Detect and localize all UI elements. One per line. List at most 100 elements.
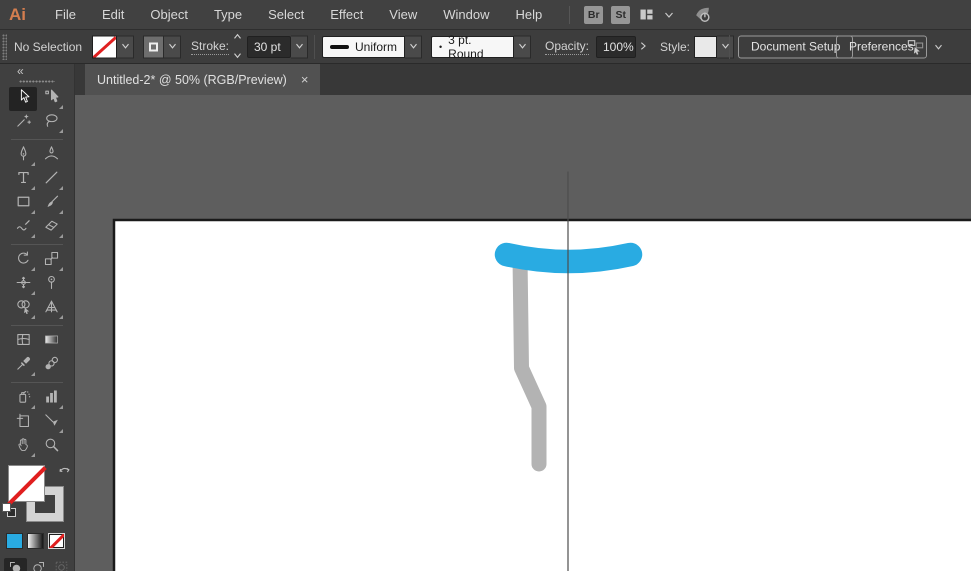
brush-definition-chevron[interactable]	[514, 35, 531, 58]
default-fill	[2, 503, 11, 512]
document-tab[interactable]: Untitled-2* @ 50% (RGB/Preview) ×	[85, 64, 320, 95]
illustrator-logo: Ai	[9, 5, 26, 25]
gradient-tool[interactable]	[37, 330, 65, 354]
artwork-canvas[interactable]	[75, 95, 971, 571]
symbol-sprayer-tool[interactable]	[9, 387, 37, 411]
gradient-tool-icon	[43, 331, 60, 353]
magic-wand-tool-icon	[15, 112, 32, 134]
opacity-field[interactable]: 100%	[596, 36, 636, 58]
selection-tool[interactable]	[9, 87, 37, 111]
blend-tool[interactable]	[37, 354, 65, 378]
pen-tool-icon	[15, 145, 32, 167]
width-tool[interactable]	[9, 273, 37, 297]
magic-wand-tool[interactable]	[9, 111, 37, 135]
rotate-tool-icon	[15, 250, 32, 272]
opacity-label[interactable]: Opacity:	[545, 39, 589, 55]
stroke-chevron-button[interactable]	[164, 35, 181, 58]
mesh-tool[interactable]	[9, 330, 37, 354]
stroke-weight-chevron[interactable]	[291, 35, 308, 58]
direct-selection-tool[interactable]	[37, 87, 65, 111]
workspace-switcher-icon[interactable]	[638, 6, 655, 23]
collapse-panel-button[interactable]: «	[17, 64, 23, 78]
column-graph-tool[interactable]	[37, 387, 65, 411]
panel-grip[interactable]	[19, 80, 55, 83]
stepper-up-icon[interactable]	[233, 28, 242, 46]
rectangle-tool-icon	[15, 193, 32, 215]
stroke-color-swatch[interactable]	[143, 35, 164, 58]
lasso-tool-icon	[43, 112, 60, 134]
gpu-performance-icon[interactable]	[693, 5, 712, 24]
type-tool[interactable]	[9, 168, 37, 192]
eyedropper-tool-icon	[15, 355, 32, 377]
type-tool-icon	[15, 169, 32, 191]
menu-item-edit[interactable]: Edit	[89, 0, 137, 29]
color-button[interactable]	[6, 533, 23, 549]
stepper-down-icon[interactable]	[233, 47, 242, 65]
artboard-tool[interactable]	[9, 411, 37, 435]
paintbrush-tool[interactable]	[37, 192, 65, 216]
menu-separator	[569, 6, 570, 24]
color-mode-buttons	[6, 533, 74, 549]
rectangle-tool[interactable]	[9, 192, 37, 216]
gradient-button[interactable]	[27, 533, 44, 549]
scale-tool[interactable]	[37, 249, 65, 273]
eraser-tool-icon	[43, 217, 60, 239]
style-swatch[interactable]	[694, 36, 717, 58]
fill-color-swatch[interactable]	[92, 35, 117, 58]
curvature-tool[interactable]	[37, 144, 65, 168]
fill-swatch-none[interactable]	[8, 465, 45, 502]
perspective-grid-tool[interactable]	[37, 297, 65, 321]
brush-definition-dropdown[interactable]: • 3 pt. Round	[431, 36, 514, 58]
shape-builder-tool[interactable]	[9, 297, 37, 321]
chevron-down-icon[interactable]	[934, 42, 943, 51]
menu-item-object[interactable]: Object	[137, 0, 201, 29]
eyedropper-tool[interactable]	[9, 354, 37, 378]
slice-tool[interactable]	[37, 411, 65, 435]
lasso-tool[interactable]	[37, 111, 65, 135]
puppet-warp-tool-icon	[43, 274, 60, 296]
column-graph-tool-icon	[43, 388, 60, 410]
mesh-tool-icon	[15, 331, 32, 353]
none-button[interactable]	[48, 533, 65, 549]
stroke-weight-stepper[interactable]	[231, 36, 244, 58]
stock-button[interactable]: St	[611, 6, 630, 24]
menu-item-effect[interactable]: Effect	[317, 0, 376, 29]
canvas-area[interactable]	[75, 95, 971, 571]
stroke-weight-label[interactable]: Stroke:	[191, 39, 229, 55]
menu-item-view[interactable]: View	[376, 0, 430, 29]
paintbrush-tool-icon	[43, 193, 60, 215]
swap-fill-stroke-icon[interactable]	[57, 463, 72, 483]
puppet-warp-tool[interactable]	[37, 273, 65, 297]
line-segment-tool[interactable]	[37, 168, 65, 192]
width-profile-chevron[interactable]	[405, 35, 422, 58]
draw-normal-button[interactable]	[4, 558, 27, 571]
eraser-tool[interactable]	[37, 216, 65, 240]
default-fill-stroke-icon[interactable]	[2, 503, 17, 518]
panel-grip[interactable]	[2, 34, 7, 60]
stroke-weight-field[interactable]: 30 pt	[247, 36, 291, 58]
fill-chevron-button[interactable]	[117, 35, 134, 58]
shaper-tool[interactable]	[9, 216, 37, 240]
rotate-tool[interactable]	[9, 249, 37, 273]
menu-item-file[interactable]: File	[42, 0, 89, 29]
tool-group-separator	[11, 244, 63, 245]
width-profile-dropdown[interactable]: Uniform	[322, 36, 405, 58]
artboard-tool-icon	[15, 412, 32, 434]
menu-item-type[interactable]: Type	[201, 0, 255, 29]
hand-tool[interactable]	[9, 435, 37, 459]
tool-group-separator	[11, 139, 63, 140]
zoom-tool[interactable]	[37, 435, 65, 459]
bridge-button[interactable]: Br	[584, 6, 603, 24]
close-tab-icon[interactable]: ×	[301, 73, 309, 86]
style-chevron[interactable]	[717, 35, 734, 58]
menu-item-select[interactable]: Select	[255, 0, 317, 29]
chevron-down-icon[interactable]	[663, 9, 675, 21]
pen-tool[interactable]	[9, 144, 37, 168]
draw-behind-button[interactable]	[27, 558, 50, 571]
menu-item-window[interactable]: Window	[430, 0, 502, 29]
fill-stroke-indicator	[2, 465, 72, 525]
opacity-popup-arrow[interactable]	[638, 38, 648, 56]
select-similar-icon[interactable]	[906, 37, 925, 56]
main-menu: FileEditObjectTypeSelectEffectViewWindow…	[42, 0, 555, 29]
menu-item-help[interactable]: Help	[502, 0, 555, 29]
